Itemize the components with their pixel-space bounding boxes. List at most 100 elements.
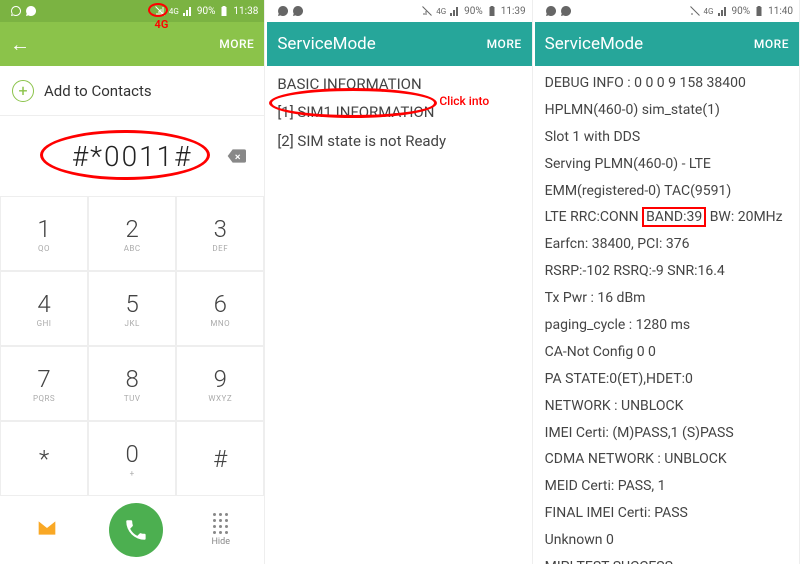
servicemode-menu-pane: 4G 90% 11:39 ServiceMode MORE Click into… xyxy=(267,0,532,564)
debug-row: CA-Not Config 0 0 xyxy=(543,339,791,366)
key-sub: QO xyxy=(38,244,50,253)
keypad-dots-icon xyxy=(213,513,229,535)
envelope-icon xyxy=(34,518,60,538)
debug-row: NETWORK : UNBLOCK xyxy=(543,393,791,420)
servicemode-header: ServiceMode MORE xyxy=(535,22,799,66)
annotation-box-band: BAND:39 xyxy=(642,207,706,227)
dialer-pane: 4G 90% 11:38 4G ← MORE + Add to Contacts… xyxy=(0,0,265,564)
debug-list: DEBUG INFO : 0 0 0 9 158 38400HPLMN(460-… xyxy=(535,66,799,564)
add-to-contacts-row[interactable]: + Add to Contacts xyxy=(0,66,264,116)
network-badge: 4G xyxy=(436,7,446,16)
debug-row: DEBUG INFO : 0 0 0 9 158 38400 xyxy=(543,70,791,97)
call-button[interactable] xyxy=(109,503,163,557)
key-*[interactable]: * xyxy=(0,421,88,496)
key-digit: * xyxy=(39,445,49,473)
key-sub: DEF xyxy=(212,244,228,253)
network-badge: 4G xyxy=(704,7,714,16)
key-digit: 3 xyxy=(214,215,227,243)
clock-text: 11:40 xyxy=(768,6,793,17)
key-sub: ABC xyxy=(124,244,141,253)
data-off-icon xyxy=(689,5,701,17)
debug-row: paging_cycle : 1280 ms xyxy=(543,312,791,339)
annotation-text-4g: 4G xyxy=(155,18,169,31)
key-digit: 1 xyxy=(37,215,50,243)
debug-row: RSRP:-102 RSRQ:-9 SNR:16.4 xyxy=(543,258,791,285)
debug-row: MEID Certi: PASS, 1 xyxy=(543,473,791,500)
backspace-button[interactable] xyxy=(222,145,250,167)
whatsapp-icon-2 xyxy=(560,5,572,17)
key-digit: # xyxy=(213,445,227,473)
whatsapp-icon xyxy=(277,5,289,17)
add-contacts-label: Add to Contacts xyxy=(44,82,152,100)
key-#[interactable]: # xyxy=(176,421,264,496)
menu-list: Click into BASIC INFORMATION[1] SIM1 INF… xyxy=(267,66,531,564)
key-8[interactable]: 8TUV xyxy=(88,346,176,421)
battery-text: 90% xyxy=(464,6,483,17)
key-0[interactable]: 0+ xyxy=(88,421,176,496)
key-sub: PQRS xyxy=(33,394,55,403)
battery-icon xyxy=(218,5,230,17)
annotation-click-into: Click into xyxy=(439,94,489,108)
keypad: 1QO2ABC3DEF4GHI5JKL6MNO7PQRS8TUV9WXYZ*0+… xyxy=(0,196,264,496)
key-9[interactable]: 9WXYZ xyxy=(176,346,264,421)
debug-row: MIPI TEST SUCCESS xyxy=(543,554,791,564)
hide-keypad-button[interactable]: Hide xyxy=(212,513,230,547)
key-3[interactable]: 3DEF xyxy=(176,196,264,271)
key-digit: 2 xyxy=(126,215,139,243)
key-sub: WXYZ xyxy=(208,394,232,403)
debug-row: FINAL IMEI Certi: PASS xyxy=(543,500,791,527)
more-button[interactable]: MORE xyxy=(487,37,522,51)
key-5[interactable]: 5JKL xyxy=(88,271,176,346)
key-4[interactable]: 4GHI xyxy=(0,271,88,346)
page-title: ServiceMode xyxy=(545,34,754,54)
whatsapp-icon-2 xyxy=(292,5,304,17)
dialed-number: #*0011# xyxy=(72,140,193,173)
clock-text: 11:38 xyxy=(233,6,258,17)
hide-label: Hide xyxy=(212,537,230,547)
key-digit: 6 xyxy=(214,290,227,318)
band-prefix: LTE RRC:CONN xyxy=(545,209,642,225)
debug-row: Serving PLMN(460-0) - LTE xyxy=(543,151,791,178)
key-7[interactable]: 7PQRS xyxy=(0,346,88,421)
menu-item[interactable]: [2] SIM state is not Ready xyxy=(275,127,523,155)
servicemode-detail-pane: 4G 90% 11:40 ServiceMode MORE DEBUG INFO… xyxy=(535,0,800,564)
plus-icon: + xyxy=(12,80,34,102)
key-sub: JKL xyxy=(125,319,140,328)
message-button[interactable] xyxy=(34,518,60,542)
dialer-header: ← MORE xyxy=(0,22,264,66)
key-sub: MNO xyxy=(210,319,230,328)
whatsapp-icon xyxy=(545,5,557,17)
back-button[interactable]: ← xyxy=(10,32,30,57)
key-digit: 5 xyxy=(126,290,139,318)
more-button[interactable]: MORE xyxy=(219,37,254,51)
bottom-row: Hide xyxy=(0,496,264,564)
phone-icon xyxy=(123,517,149,543)
battery-icon xyxy=(486,5,498,17)
more-button[interactable]: MORE xyxy=(754,37,789,51)
key-digit: 7 xyxy=(37,365,50,393)
debug-row: Tx Pwr : 16 dBm xyxy=(543,285,791,312)
key-digit: 9 xyxy=(214,365,227,393)
key-2[interactable]: 2ABC xyxy=(88,196,176,271)
battery-icon xyxy=(753,5,765,17)
key-sub: + xyxy=(130,469,135,478)
data-off-icon xyxy=(154,5,166,17)
debug-row-band: LTE RRC:CONN BAND:39 BW: 20MHz xyxy=(543,204,791,231)
page-title: ServiceMode xyxy=(277,34,486,54)
signal-icon xyxy=(182,5,194,17)
data-off-icon xyxy=(421,5,433,17)
dial-display: #*0011# xyxy=(0,116,264,196)
key-sub: GHI xyxy=(37,319,52,328)
debug-row: PA STATE:0(ET),HDET:0 xyxy=(543,366,791,393)
status-bar: 4G 90% 11:40 xyxy=(535,0,799,22)
key-1[interactable]: 1QO xyxy=(0,196,88,271)
key-digit: 0 xyxy=(126,440,139,468)
key-sub: TUV xyxy=(124,394,141,403)
key-digit: 4 xyxy=(37,290,50,318)
debug-row: EMM(registered-0) TAC(9591) xyxy=(543,178,791,205)
band-suffix: BW: 20MHz xyxy=(706,209,782,225)
key-6[interactable]: 6MNO xyxy=(176,271,264,346)
debug-row: Slot 1 with DDS xyxy=(543,124,791,151)
whatsapp-icon xyxy=(10,5,22,17)
signal-icon xyxy=(717,5,729,17)
